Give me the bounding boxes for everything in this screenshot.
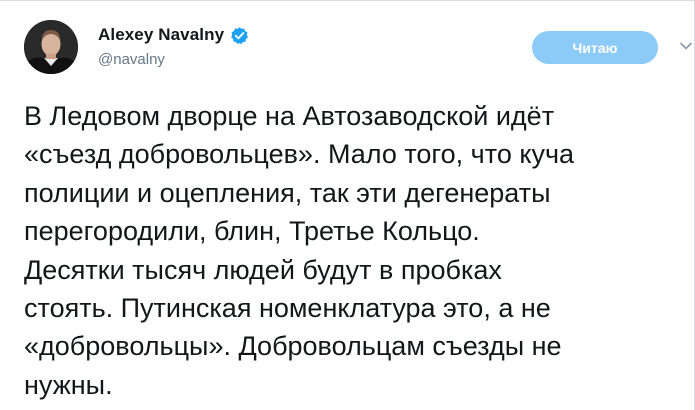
tweet-text-line: стоять. Путинская номенклатура это, а не (24, 293, 551, 324)
following-button[interactable]: Читаю (532, 31, 658, 64)
tweet-text-line: нужны. (24, 369, 113, 400)
tweet-text-line: полиции и оцепления, так эти дегенераты (24, 177, 551, 208)
tweet-card: Alexey Navalny @navalny Читаю В Ледовом … (0, 0, 695, 410)
chevron-down-icon[interactable] (679, 39, 693, 53)
author-name-row: Alexey Navalny (98, 25, 249, 45)
avatar-photo-icon (24, 20, 78, 74)
verified-badge-icon (230, 26, 249, 45)
tweet-text-line: перегородили, блин, Третье Кольцо. (24, 216, 480, 247)
avatar[interactable] (24, 20, 78, 74)
tweet-text-line: В Ледовом дворце на Автозаводской идёт (24, 101, 555, 131)
tweet-text-line: Десятки тысяч людей будут в пробках (24, 254, 502, 285)
tweet-text-line: «съезд добровольцев». Мало того, что куч… (24, 139, 575, 170)
author-display-name[interactable]: Alexey Navalny (98, 25, 224, 45)
tweet-text-line: «добровольцы». Добровольцам съезды не (24, 331, 562, 362)
tweet-text: В Ледовом дворце на Автозаводской идёт «… (24, 97, 692, 404)
author-handle[interactable]: @navalny (98, 51, 165, 68)
